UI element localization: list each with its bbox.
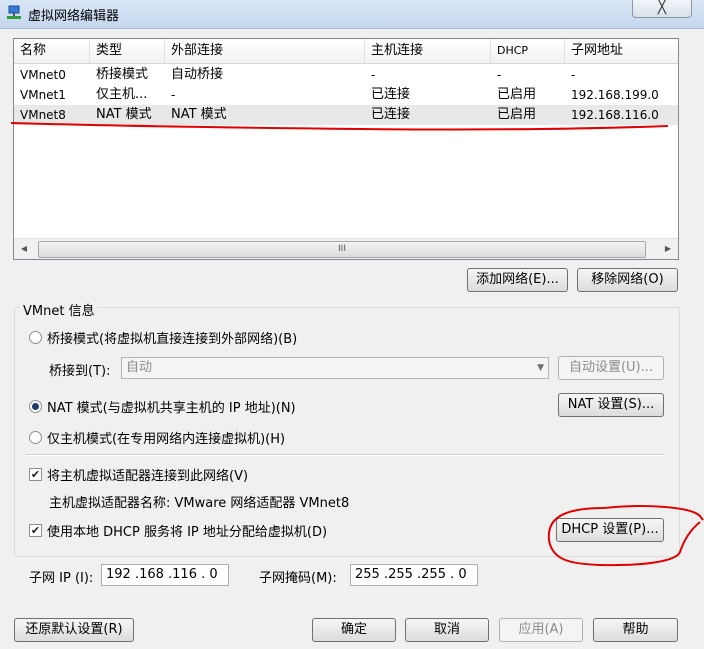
bridged-to-value: 自动 xyxy=(126,360,153,375)
cell-host: 已连接 xyxy=(371,107,411,122)
adapter-name-text: 主机虚拟适配器名称: VMware 网络适配器 VMnet8 xyxy=(49,496,350,511)
table-row-selected[interactable]: VMnet8 NAT 模式 NAT 模式 已连接 已启用 192.168.116… xyxy=(14,105,678,125)
nat-radio[interactable] xyxy=(29,400,42,413)
cell-name: VMnet1 xyxy=(20,88,66,102)
bridged-radio[interactable] xyxy=(29,331,42,344)
restore-defaults-button[interactable]: 还原默认设置(R) xyxy=(14,618,134,642)
subnet-ip-input[interactable]: 192 .168 .116 . 0 xyxy=(101,564,229,586)
cell-dhcp: 已启用 xyxy=(497,107,537,122)
network-icon xyxy=(7,5,21,19)
scroll-thumb[interactable]: III xyxy=(38,241,646,258)
list-header: 名称 类型 外部连接 主机连接 DHCP 子网地址 xyxy=(14,39,678,64)
column-header-host[interactable]: 主机连接 xyxy=(365,39,491,63)
column-header-type[interactable]: 类型 xyxy=(90,39,165,63)
bridged-to-select[interactable]: 自动 ▼ xyxy=(121,357,549,379)
hostonly-radio-label[interactable]: 仅主机模式(在专用网络内连接虚拟机)(H) xyxy=(47,428,285,447)
cell-name: VMnet0 xyxy=(20,68,66,82)
table-row[interactable]: VMnet1 仅主机... - 已连接 已启用 192.168.199.0 xyxy=(14,85,678,105)
column-header-dhcp[interactable]: DHCP xyxy=(491,39,565,63)
cell-host: - xyxy=(371,68,376,82)
network-list[interactable]: 名称 类型 外部连接 主机连接 DHCP 子网地址 VMnet0 桥接模式 自动… xyxy=(13,38,679,260)
scroll-left-icon[interactable]: ◀ xyxy=(16,241,32,257)
cell-external: 自动桥接 xyxy=(171,67,224,82)
dhcp-label[interactable]: 使用本地 DHCP 服务将 IP 地址分配给虚拟机(D) xyxy=(47,521,327,540)
subnet-mask-label: 子网掩码(M): xyxy=(259,571,337,586)
horizontal-scrollbar[interactable]: ◀ III ▶ xyxy=(14,238,678,259)
cell-type: NAT 模式 xyxy=(96,107,152,122)
column-header-subnet[interactable]: 子网地址 xyxy=(565,39,678,63)
cancel-button[interactable]: 取消 xyxy=(405,618,489,642)
connect-adapter-label[interactable]: 将主机虚拟适配器连接到此网络(V) xyxy=(47,465,248,484)
vmnet-info-label: VMnet 信息 xyxy=(20,300,98,319)
dhcp-checkbox[interactable]: ✔ xyxy=(29,524,42,537)
cell-dhcp: - xyxy=(497,68,502,82)
title-bar: 虚拟网络编辑器 ╳ xyxy=(0,0,704,29)
cell-dhcp: 已启用 xyxy=(497,87,537,102)
connect-adapter-checkbox[interactable]: ✔ xyxy=(29,468,42,481)
cell-type: 桥接模式 xyxy=(96,67,149,82)
auto-settings-button[interactable]: 自动设置(U)... xyxy=(558,356,664,380)
cell-subnet: 192.168.116.0 xyxy=(571,108,659,122)
subnet-ip-label: 子网 IP (I): xyxy=(29,571,94,586)
close-button[interactable]: ╳ xyxy=(632,0,692,18)
subnet-mask-input[interactable]: 255 .255 .255 . 0 xyxy=(350,564,478,586)
apply-button[interactable]: 应用(A) xyxy=(499,618,583,642)
nat-settings-button[interactable]: NAT 设置(S)... xyxy=(558,393,664,417)
cell-subnet: - xyxy=(571,68,576,82)
remove-network-button[interactable]: 移除网络(O) xyxy=(577,268,678,292)
cell-name: VMnet8 xyxy=(20,108,66,122)
cell-type: 仅主机... xyxy=(96,87,148,102)
scroll-right-icon[interactable]: ▶ xyxy=(660,241,676,257)
ok-button[interactable]: 确定 xyxy=(312,618,396,642)
dhcp-settings-button[interactable]: DHCP 设置(P)... xyxy=(556,518,664,542)
separator xyxy=(26,454,664,456)
hostonly-radio[interactable] xyxy=(29,431,42,444)
column-header-name[interactable]: 名称 xyxy=(14,39,90,63)
window-title: 虚拟网络编辑器 xyxy=(28,9,120,24)
chevron-down-icon: ▼ xyxy=(537,363,544,373)
column-header-external[interactable]: 外部连接 xyxy=(165,39,365,63)
cell-external: - xyxy=(171,88,176,102)
bridged-to-label: 桥接到(T): xyxy=(49,364,111,379)
nat-radio-label[interactable]: NAT 模式(与虚拟机共享主机的 IP 地址)(N) xyxy=(47,397,296,416)
cell-subnet: 192.168.199.0 xyxy=(571,88,659,102)
bridged-radio-label[interactable]: 桥接模式(将虚拟机直接连接到外部网络)(B) xyxy=(47,328,297,347)
cell-host: 已连接 xyxy=(371,87,411,102)
cell-external: NAT 模式 xyxy=(171,107,227,122)
add-network-button[interactable]: 添加网络(E)... xyxy=(467,268,568,292)
table-row[interactable]: VMnet0 桥接模式 自动桥接 - - - xyxy=(14,65,678,85)
help-button[interactable]: 帮助 xyxy=(593,618,678,642)
